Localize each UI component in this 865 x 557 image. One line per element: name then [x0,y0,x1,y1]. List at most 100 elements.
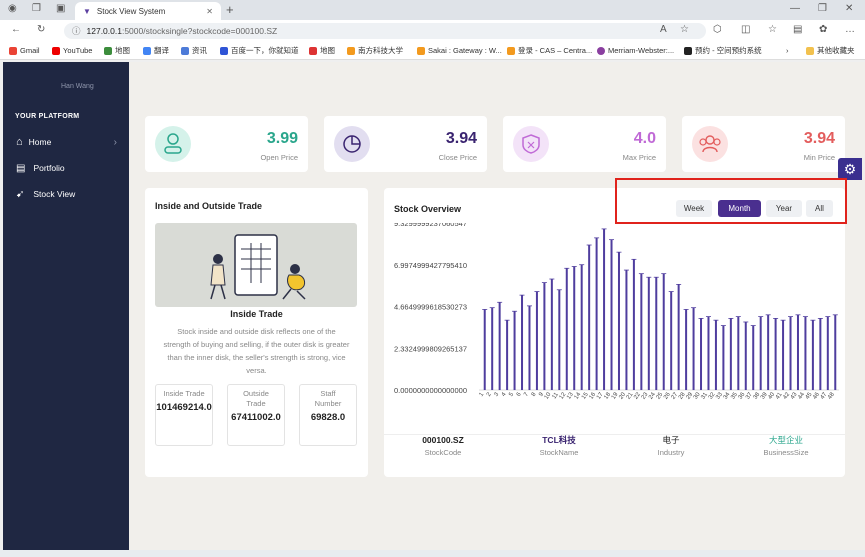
chart-bar[interactable] [692,307,695,390]
chart-bar[interactable] [662,273,665,390]
extensions-icon[interactable]: ⬡ [713,25,722,35]
bookmarks-bar: Gmail YouTube 地图 翻译 资讯 百度一下，你就知道 地图 南方科技… [0,42,865,60]
chart-bar[interactable] [774,318,777,390]
chart-bar[interactable] [729,318,732,390]
chart-bar[interactable] [722,325,725,390]
url-field[interactable]: ⓘ 127.0.0.1:5000/stocksingle?stockcode=0… [64,23,706,39]
workspaces-icon[interactable]: ❐ [32,4,41,14]
chart-bar[interactable] [521,295,524,390]
chart-bar[interactable] [834,314,837,390]
sidebar-section-title: YOUR PLATFORM [15,113,80,120]
extension-icon[interactable]: ✿ [819,25,827,35]
chart-bar[interactable] [513,311,516,390]
chart-bar[interactable] [625,270,628,390]
back-icon[interactable]: ← [11,25,21,35]
chart-bar[interactable] [506,320,509,390]
chart-bar[interactable] [528,305,531,390]
bookmark-translate[interactable]: 翻译 [143,45,169,56]
chart-bar[interactable] [543,282,546,390]
chart-bar[interactable] [767,314,770,390]
split-screen-icon[interactable]: ◫ [741,25,750,35]
bookmark-baidu[interactable]: 百度一下，你就知道 [220,45,299,56]
new-tab-icon[interactable]: + [226,3,234,16]
info-label: BusinessSize [763,448,809,457]
chart-bar[interactable] [685,309,688,390]
chart-bar[interactable] [804,316,807,390]
sidebar-item-home[interactable]: ⌂ Home › [16,135,121,149]
tab-close-icon[interactable]: ✕ [206,7,213,16]
chart-bar[interactable] [714,320,717,390]
bookmark-sakai[interactable]: Sakai : Gateway : W... [417,46,502,55]
chart-bar[interactable] [759,316,762,390]
bookmark-merriam[interactable]: Merriam-Webster:... [597,46,674,55]
chart-bar[interactable] [632,259,635,390]
metric-label: Outside Trade [243,389,269,408]
bookmark-map[interactable]: 地图 [104,45,130,56]
profile-icon[interactable]: ◉ [8,4,17,14]
chart-bar[interactable] [603,228,606,390]
bookmark-booking[interactable]: 预约 - 空间预约系统 [684,45,762,56]
close-window-icon[interactable]: ✕ [845,4,853,14]
trade-panel-title: Inside and Outside Trade [155,201,263,211]
chart-bar[interactable] [752,325,755,390]
chart-bar[interactable] [811,320,814,390]
chart-bar[interactable] [550,279,553,390]
chart-bar[interactable] [737,316,740,390]
shield-icon [513,126,549,162]
stat-value: 3.94 [803,130,835,147]
bookmark-other[interactable]: 其他收藏夹 [806,45,855,56]
sidebar-item-stock-view[interactable]: ➹ Stock View [16,187,75,201]
chart-bar[interactable] [535,291,538,390]
chart-bar[interactable] [782,320,785,390]
chart-bar[interactable] [670,291,673,390]
users-icon [692,126,728,162]
chart-bar[interactable] [640,273,643,390]
user-icon [155,126,191,162]
chart-bar[interactable] [558,289,561,390]
chart-bar[interactable] [573,266,576,390]
info-label: Industry [657,448,685,457]
chart-bar[interactable] [610,239,613,390]
bookmark-map-2[interactable]: 地图 [309,45,335,56]
settings-button[interactable]: ⚙ [838,158,862,180]
favorites-icon[interactable]: ☆ [768,25,777,35]
chart-bar[interactable] [647,277,650,390]
active-tab[interactable]: ▼ Stock View System ✕ [75,2,221,20]
chart-bar[interactable] [700,318,703,390]
chart-bar[interactable] [789,316,792,390]
stock-view-icon: ➹ [16,188,25,200]
chart-bar[interactable] [595,237,598,390]
chart-bar[interactable] [707,316,710,390]
bookmark-cas[interactable]: 登录 - CAS – Centra... [507,45,592,56]
browser-tab-bar: ◉ ❐ ▣ ▼ Stock View System ✕ + — ❐ ✕ [0,0,865,20]
chart-bar[interactable] [617,252,620,390]
bookmark-youtube[interactable]: YouTube [52,46,92,55]
info-value: TCL科技 [542,435,576,445]
chart-bar[interactable] [491,307,494,390]
chart-bar[interactable] [580,264,583,390]
bookmark-gmail[interactable]: Gmail [9,46,40,55]
refresh-icon[interactable]: ↻ [37,25,45,35]
chevron-right-icon[interactable]: › [786,46,789,55]
tab-actions-icon[interactable]: ▣ [56,4,65,14]
chart-bar[interactable] [826,316,829,390]
chart-bar[interactable] [796,314,799,390]
restore-icon[interactable]: ❐ [818,4,827,14]
read-aloud-icon[interactable]: A [660,25,667,35]
chart-bar[interactable] [655,277,658,390]
bookmark-news[interactable]: 资讯 [181,45,207,56]
sidebar-item-portfolio[interactable]: ▤ Portfolio [16,161,65,175]
more-icon[interactable]: … [845,25,855,35]
collections-icon[interactable]: ▤ [793,25,802,35]
bookmark-sustech[interactable]: 南方科技大学 [347,45,403,56]
chart-bar[interactable] [677,284,680,390]
chart-bar[interactable] [565,268,568,390]
favorite-star-icon[interactable]: ☆ [680,25,689,35]
minimize-icon[interactable]: — [790,4,800,14]
chart-bar[interactable] [819,318,822,390]
chart-bar[interactable] [483,309,486,390]
chart-bar[interactable] [744,321,747,390]
chart-bar[interactable] [588,245,591,390]
stat-value: 4.0 [633,130,656,147]
chart-bar[interactable] [498,302,501,390]
